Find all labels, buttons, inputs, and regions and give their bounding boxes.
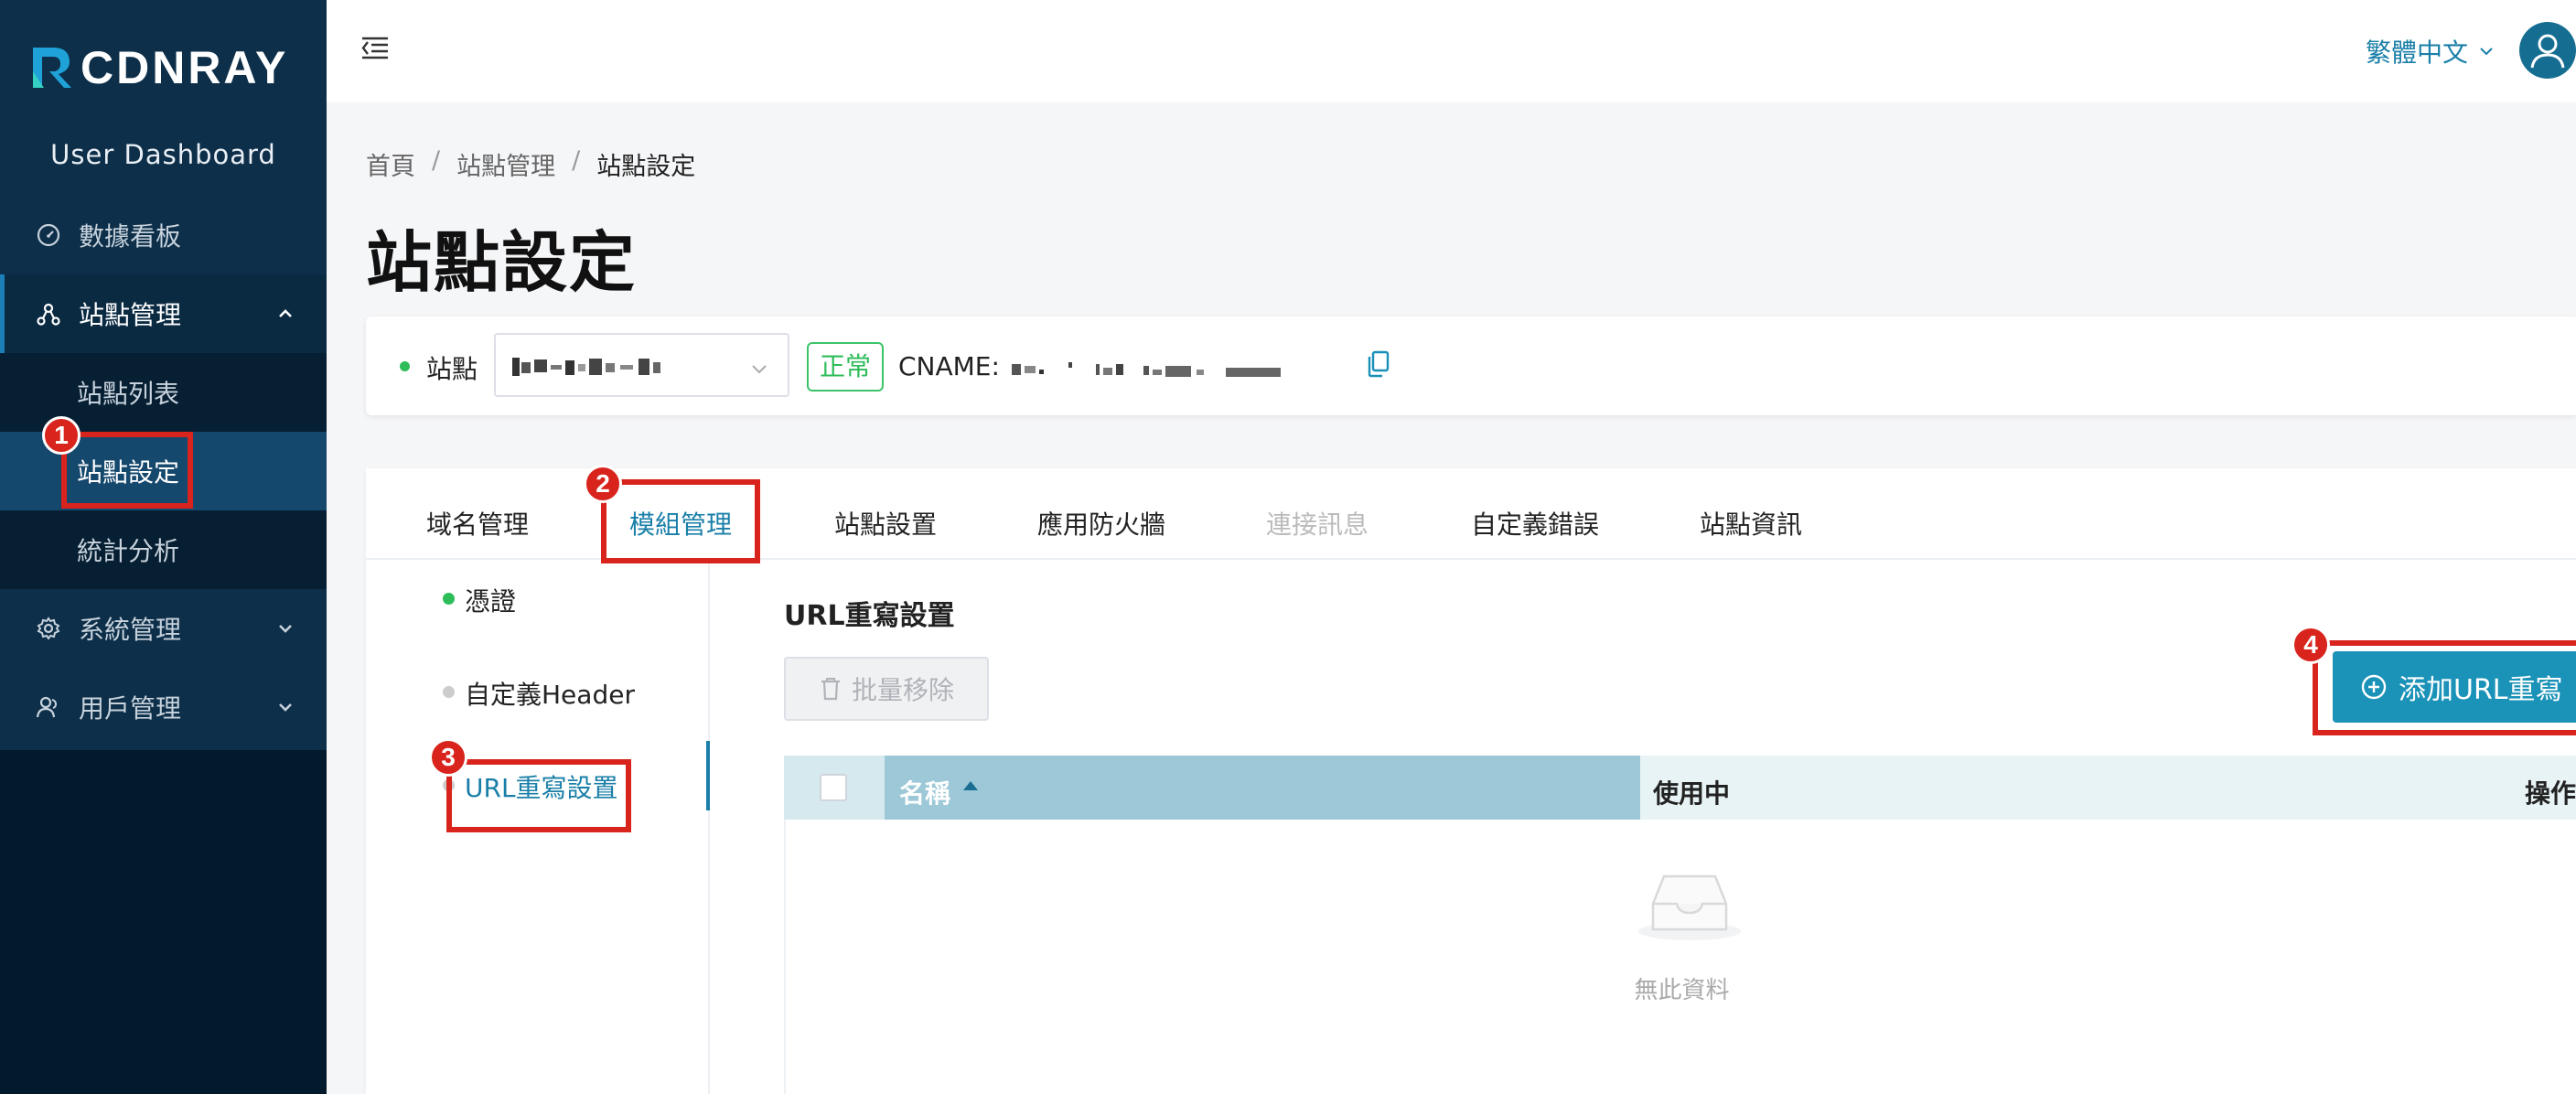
sidebar-subitem-label: 統計分析 bbox=[77, 536, 180, 566]
section-title: URL重寫設置 bbox=[784, 600, 955, 632]
column-name-label: 名稱 bbox=[899, 778, 951, 809]
redacted-cname-value bbox=[1011, 362, 1281, 377]
active-indicator bbox=[706, 741, 710, 810]
top-bar: 繁體中文 bbox=[327, 0, 2576, 102]
tab-custom-errors[interactable]: 自定義錯誤 bbox=[1471, 505, 1599, 542]
breadcrumb-separator: / bbox=[572, 146, 581, 175]
module-item-certificate[interactable]: 憑證 bbox=[443, 582, 517, 618]
table-header: 名稱 使用中 操作 bbox=[784, 756, 2576, 820]
logo[interactable]: CDNRAY bbox=[29, 40, 288, 95]
annotation-box-3 bbox=[446, 759, 631, 832]
empty-inbox-icon bbox=[1638, 874, 1741, 940]
cdnray-logo-icon bbox=[33, 48, 71, 88]
sidebar: CDNRAY User Dashboard 數據看板 站點管理 站點列表 站點設… bbox=[0, 0, 327, 1094]
batch-remove-label: 批量移除 bbox=[851, 675, 954, 705]
cname-label: CNAME: bbox=[898, 351, 1000, 381]
tab-connection-info: 連接訊息 bbox=[1266, 509, 1369, 540]
chevron-down-icon bbox=[279, 625, 292, 633]
annotation-box-1 bbox=[61, 432, 193, 509]
menu-collapse-icon[interactable] bbox=[360, 33, 391, 64]
tab-domain-management[interactable]: 域名管理 bbox=[426, 505, 529, 542]
breadcrumb-home[interactable]: 首頁 bbox=[366, 146, 415, 182]
select-all-cell bbox=[784, 756, 885, 820]
batch-remove-button[interactable]: 批量移除 bbox=[784, 657, 989, 721]
column-name[interactable]: 名稱 bbox=[885, 756, 1640, 820]
sidebar-item-site-management[interactable]: 站點管理 bbox=[0, 274, 327, 353]
annotation-box-4 bbox=[2313, 640, 2576, 735]
status-dot bbox=[443, 593, 455, 605]
redacted-site-name bbox=[512, 358, 660, 376]
site-select-dropdown[interactable] bbox=[494, 333, 789, 397]
sidebar-item-label: 站點管理 bbox=[79, 300, 182, 330]
annotation-marker-4: 4 bbox=[2292, 626, 2330, 664]
chevron-down-icon bbox=[2480, 48, 2493, 56]
module-item-label: 憑證 bbox=[465, 586, 517, 617]
column-actions: 操作 bbox=[2524, 778, 2576, 809]
sidebar-item-label: 數據看板 bbox=[79, 221, 182, 252]
module-item-label: 自定義Header bbox=[465, 680, 635, 710]
users-icon bbox=[35, 693, 62, 721]
sidebar-item-system-management[interactable]: 系統管理 bbox=[0, 589, 327, 668]
breadcrumb-separator: / bbox=[432, 146, 441, 175]
sidebar-item-user-management[interactable]: 用戶管理 bbox=[0, 668, 327, 746]
sidebar-item-label: 用戶管理 bbox=[79, 693, 182, 724]
breadcrumb-current: 站點設定 bbox=[596, 153, 696, 181]
site-selector-card: 站點 正常 CNAME: bbox=[366, 316, 2576, 415]
site-status-dot bbox=[400, 361, 410, 371]
site-status-badge: 正常 bbox=[807, 342, 885, 391]
tab-site-info[interactable]: 站點資訊 bbox=[1700, 505, 1802, 542]
empty-state-text: 無此資料 bbox=[1634, 977, 1730, 1004]
annotation-box-2 bbox=[601, 479, 760, 563]
language-label: 繁體中文 bbox=[2365, 38, 2468, 68]
copy-icon[interactable] bbox=[1365, 349, 1392, 379]
dashboard-title: User Dashboard bbox=[50, 139, 276, 170]
dashboard-gauge-icon bbox=[35, 221, 62, 249]
table-body: 無此資料 bbox=[784, 820, 2576, 1094]
site-network-icon bbox=[35, 300, 62, 327]
breadcrumb: 首頁 / 站點管理 / 站點設定 bbox=[366, 146, 695, 182]
annotation-marker-2: 2 bbox=[584, 465, 622, 503]
status-dot bbox=[443, 686, 455, 698]
logo-text: CDNRAY bbox=[80, 42, 289, 93]
module-item-custom-header[interactable]: 自定義Header bbox=[443, 675, 635, 712]
sidebar-subitem-statistics[interactable]: 統計分析 bbox=[0, 510, 327, 589]
sidebar-subitem-label: 站點列表 bbox=[77, 379, 180, 409]
sidebar-item-dashboard[interactable]: 數據看板 bbox=[0, 196, 327, 274]
language-selector[interactable]: 繁體中文 bbox=[2366, 33, 2496, 70]
gear-icon bbox=[35, 615, 62, 642]
site-label: 站點 bbox=[426, 354, 478, 384]
user-avatar-icon[interactable] bbox=[2519, 22, 2576, 79]
annotation-marker-3: 3 bbox=[429, 738, 467, 777]
chevron-down-icon bbox=[279, 703, 292, 712]
select-all-checkbox[interactable] bbox=[820, 774, 847, 801]
annotation-marker-1: 1 bbox=[42, 416, 80, 455]
tab-web-firewall[interactable]: 應用防火牆 bbox=[1037, 505, 1165, 542]
chevron-down-icon bbox=[752, 365, 767, 374]
chevron-up-icon bbox=[279, 309, 292, 317]
sidebar-item-label: 系統管理 bbox=[79, 615, 182, 645]
sort-ascending-icon bbox=[963, 781, 978, 790]
tab-site-configuration[interactable]: 站點設置 bbox=[834, 505, 937, 542]
breadcrumb-site-management[interactable]: 站點管理 bbox=[456, 146, 555, 182]
cname-row: CNAME: bbox=[898, 351, 1337, 381]
trash-icon bbox=[821, 678, 840, 701]
column-in-use: 使用中 bbox=[1653, 778, 1731, 809]
page-title: 站點設定 bbox=[366, 224, 638, 301]
